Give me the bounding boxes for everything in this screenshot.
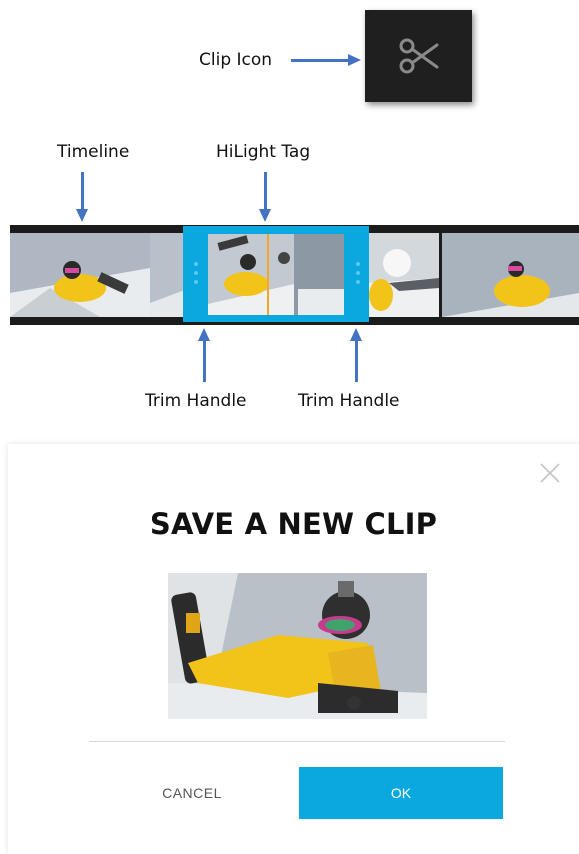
trim-handle-left-arrow	[203, 340, 206, 382]
timeline-frame	[442, 233, 579, 317]
timeline-annotation: Timeline	[57, 142, 130, 162]
clip-icon-arrow	[291, 59, 349, 62]
hilight-tag-marker[interactable]	[267, 234, 269, 315]
scissors-icon	[399, 38, 438, 74]
trim-handle-right[interactable]	[356, 262, 360, 289]
close-icon	[540, 463, 560, 483]
trim-handle-left[interactable]	[194, 262, 198, 289]
clip-icon-arrowhead	[348, 54, 361, 66]
dialog-divider	[89, 741, 505, 742]
save-clip-dialog: SAVE A NEW CLIP CANCEL OK	[8, 444, 579, 854]
timeline-frame	[369, 233, 439, 317]
clip-icon-annotation: Clip Icon	[199, 50, 273, 70]
dialog-title: SAVE A NEW CLIP	[149, 507, 438, 541]
clip-thumbnail-image	[168, 573, 427, 719]
clip-thumbnail	[168, 573, 427, 719]
cancel-button[interactable]: CANCEL	[120, 767, 264, 819]
hilight-tag-arrow	[264, 172, 267, 210]
frame-thumbnail	[369, 233, 439, 317]
timeline-arrow	[81, 172, 84, 210]
trim-handle-right-annotation: Trim Handle	[298, 391, 400, 411]
frame-thumbnail	[208, 234, 344, 315]
frame-thumbnail	[10, 233, 150, 317]
trim-handle-left-annotation: Trim Handle	[145, 391, 247, 411]
ok-button[interactable]: OK	[299, 767, 503, 819]
clip-button[interactable]	[365, 10, 472, 102]
timeline-frame	[10, 233, 150, 317]
trim-handle-right-arrow	[355, 340, 358, 382]
frame-thumbnail	[442, 233, 579, 317]
timeline-arrowhead	[76, 209, 88, 222]
hilight-tag-annotation: HiLight Tag	[216, 142, 311, 162]
hilight-tag-arrowhead	[259, 209, 271, 222]
timeline[interactable]	[10, 225, 579, 325]
close-button[interactable]	[539, 462, 561, 484]
selected-clip-frames	[208, 234, 344, 315]
